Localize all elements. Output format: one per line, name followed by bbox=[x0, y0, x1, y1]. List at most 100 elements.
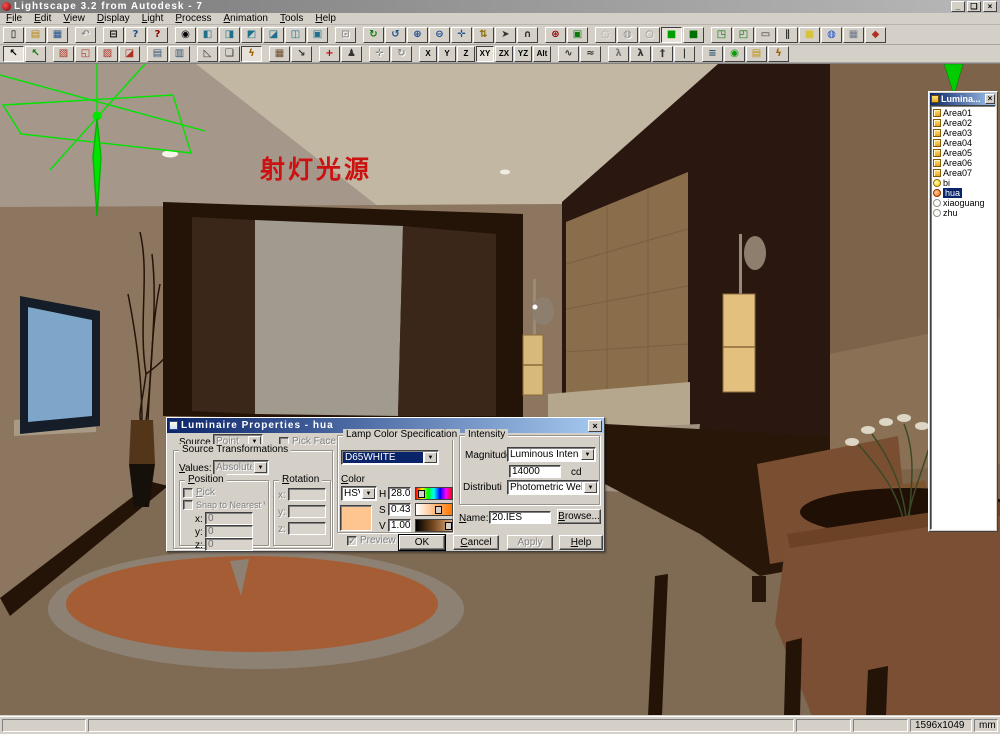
value-slider[interactable] bbox=[415, 519, 453, 532]
look-around-button[interactable]: ∩ bbox=[517, 27, 538, 43]
dialog-close-icon[interactable]: × bbox=[588, 420, 602, 432]
select-button[interactable]: ↖ bbox=[3, 46, 24, 62]
spline-edit-button[interactable]: ≈ bbox=[580, 46, 601, 62]
luminaire-item-zhu[interactable]: zhu bbox=[932, 208, 994, 218]
color-swatch[interactable] bbox=[340, 505, 372, 531]
lamp-preset-dropdown[interactable]: D65WHITE▼ bbox=[341, 450, 439, 465]
open-file-button[interactable]: ▤ bbox=[25, 27, 46, 43]
axis-z-button[interactable]: Z bbox=[457, 46, 475, 62]
run-mode-button[interactable]: λ bbox=[630, 46, 651, 62]
luminaire-item-Area01[interactable]: Area01 bbox=[932, 108, 994, 118]
walk-mode-button[interactable]: λ bbox=[608, 46, 629, 62]
color-model-dropdown[interactable]: HSV▼ bbox=[341, 486, 377, 501]
axis-zx-button[interactable]: ZX bbox=[495, 46, 513, 62]
material-properties-button[interactable]: ❏ bbox=[219, 46, 240, 62]
axis-xy-button[interactable]: XY bbox=[476, 46, 494, 62]
edit-table-button[interactable]: ▦ bbox=[269, 46, 290, 62]
zoom-selected-button[interactable]: ▣ bbox=[567, 27, 588, 43]
axis-yz-button[interactable]: YZ bbox=[514, 46, 532, 62]
saturation-slider-marker[interactable] bbox=[435, 506, 442, 514]
hue-slider[interactable] bbox=[415, 487, 453, 500]
textured-mode-button[interactable]: ■ bbox=[683, 27, 704, 43]
menu-process[interactable]: Process bbox=[169, 13, 217, 24]
smooth-shade-mode-button[interactable]: ■ bbox=[661, 27, 682, 43]
value-slider-marker[interactable] bbox=[445, 522, 452, 530]
axis-y-button[interactable]: Y bbox=[438, 46, 456, 62]
menu-tools[interactable]: Tools bbox=[274, 13, 309, 24]
insert-block-button[interactable]: ◰ bbox=[733, 27, 754, 43]
observer-marker-button[interactable]: | bbox=[674, 46, 695, 62]
zoom-out-button[interactable]: ⊖ bbox=[429, 27, 450, 43]
luminaire-item-xiaoguang[interactable]: xiaoguang bbox=[932, 198, 994, 208]
initiate-processing-button[interactable]: ϟ bbox=[768, 46, 789, 62]
context-help-button[interactable]: ? bbox=[147, 27, 168, 43]
paste-properties-button[interactable]: ▥ bbox=[169, 46, 190, 62]
saturation-field[interactable]: 0.43 bbox=[388, 503, 411, 516]
show-outlines-button[interactable]: ▭ bbox=[755, 27, 776, 43]
zoom-in-button[interactable]: ⊕ bbox=[407, 27, 428, 43]
luminaire-item-Area03[interactable]: Area03 bbox=[932, 128, 994, 138]
luminaire-item-Area07[interactable]: Area07 bbox=[932, 168, 994, 178]
deselect-all-button[interactable]: ▨ bbox=[97, 46, 118, 62]
close-button[interactable]: × bbox=[983, 1, 997, 12]
axis-x-button[interactable]: X bbox=[419, 46, 437, 62]
minimize-button[interactable]: _ bbox=[951, 1, 965, 12]
intensity-value-field[interactable]: 14000 bbox=[509, 465, 561, 478]
hue-field[interactable]: 28.0 bbox=[388, 487, 411, 500]
raytrace-button[interactable]: ◆ bbox=[865, 27, 886, 43]
dolly-button[interactable]: ⇅ bbox=[473, 27, 494, 43]
view-front-button[interactable]: ▣ bbox=[307, 27, 328, 43]
orbit-button[interactable]: ↻ bbox=[363, 27, 384, 43]
ies-name-field[interactable]: 20.IES bbox=[489, 511, 551, 524]
menu-light[interactable]: Light bbox=[136, 13, 170, 24]
view-iso-ne-button[interactable]: ◧ bbox=[197, 27, 218, 43]
path-edit-button[interactable]: ∿ bbox=[558, 46, 579, 62]
define-opening-button[interactable]: ◺ bbox=[197, 46, 218, 62]
luminaire-item-Area05[interactable]: Area05 bbox=[932, 148, 994, 158]
luminaire-item-Area02[interactable]: Area02 bbox=[932, 118, 994, 128]
axis-alt-button[interactable]: Alt bbox=[533, 46, 551, 62]
view-iso-se-button[interactable]: ◩ bbox=[241, 27, 262, 43]
surface-color-button[interactable]: ■ bbox=[799, 27, 820, 43]
layers-button[interactable]: ≡ bbox=[702, 46, 723, 62]
restore-button[interactable]: ❏ bbox=[967, 1, 981, 12]
menu-view[interactable]: View bbox=[57, 13, 91, 24]
luminaire-panel-close-icon[interactable]: × bbox=[985, 94, 995, 104]
view-top-button[interactable]: ◫ bbox=[285, 27, 306, 43]
luminaire-properties-button[interactable]: ϟ bbox=[241, 46, 262, 62]
render-viewport[interactable]: 射灯光源 Lumina... × Area01Area02Area03Area0… bbox=[0, 63, 1000, 715]
add-vertex-button[interactable]: + bbox=[319, 46, 340, 62]
cancel-button[interactable]: Cancel bbox=[453, 535, 499, 550]
magnitude-dropdown[interactable]: Luminous Intensity▼ bbox=[507, 447, 596, 462]
daylight-button[interactable]: ◍ bbox=[821, 27, 842, 43]
browse-button[interactable]: Browse... bbox=[557, 509, 601, 524]
pan-button[interactable]: ✛ bbox=[451, 27, 472, 43]
saturation-slider[interactable] bbox=[415, 503, 453, 516]
new-file-button[interactable]: ▯ bbox=[3, 27, 24, 43]
menu-display[interactable]: Display bbox=[91, 13, 136, 24]
walk-view-button[interactable]: ➤ bbox=[495, 27, 516, 43]
luminaire-item-bi[interactable]: bi bbox=[932, 178, 994, 188]
select-all-button[interactable]: ▧ bbox=[53, 46, 74, 62]
stand-mode-button[interactable]: † bbox=[652, 46, 673, 62]
help-button[interactable]: ? bbox=[125, 27, 146, 43]
view-iso-nw-button[interactable]: ◨ bbox=[219, 27, 240, 43]
ok-button[interactable]: OK bbox=[399, 535, 445, 550]
view-camera-button[interactable]: ◉ bbox=[175, 27, 196, 43]
print-button[interactable]: ⊟ bbox=[103, 27, 124, 43]
distribution-dropdown[interactable]: Photometric Web▼ bbox=[507, 480, 599, 495]
snapshot-button[interactable]: ▦ bbox=[843, 27, 864, 43]
show-meshing-button[interactable]: ∥ bbox=[777, 27, 798, 43]
luminaire-item-hua[interactable]: hua bbox=[932, 188, 994, 198]
menu-edit[interactable]: Edit bbox=[28, 13, 57, 24]
luminaire-item-Area04[interactable]: Area04 bbox=[932, 138, 994, 148]
copy-properties-button[interactable]: ▤ bbox=[147, 46, 168, 62]
select-window-button[interactable]: ◱ bbox=[75, 46, 96, 62]
value-field[interactable]: 1.00 bbox=[388, 519, 411, 532]
menu-animation[interactable]: Animation bbox=[218, 13, 274, 24]
select-luminaire-button[interactable]: ↖ bbox=[25, 46, 46, 62]
show-luminaires-button[interactable]: ◳ bbox=[711, 27, 732, 43]
add-observer-button[interactable]: ♟ bbox=[341, 46, 362, 62]
hue-slider-marker[interactable] bbox=[418, 490, 425, 498]
export-image-button[interactable]: ▤ bbox=[746, 46, 767, 62]
